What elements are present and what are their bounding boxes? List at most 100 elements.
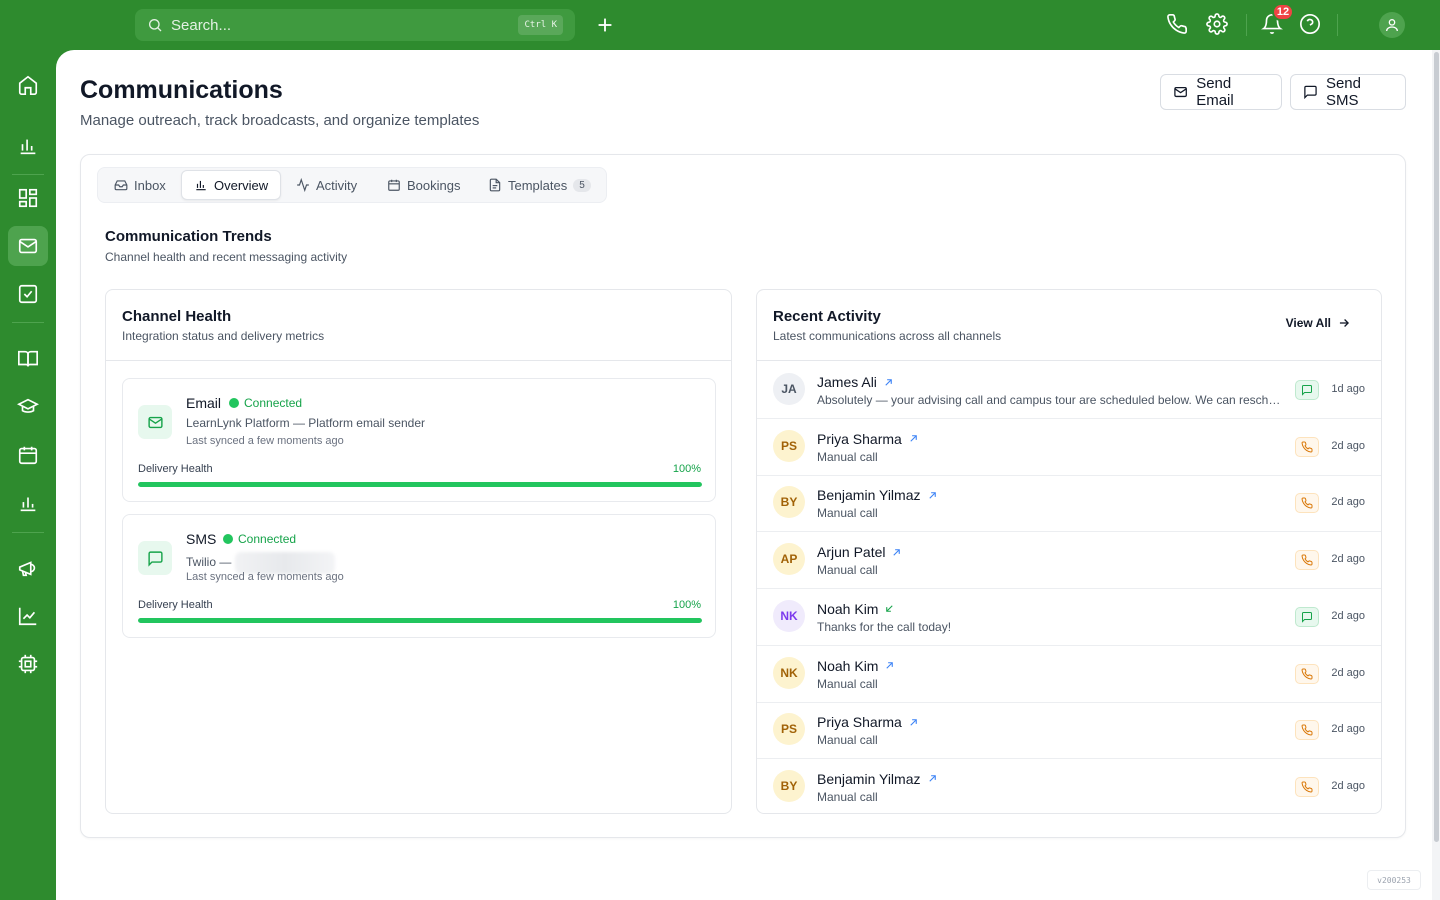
sidebar-item-library[interactable] [8, 339, 48, 379]
tab-overview[interactable]: Overview [181, 170, 282, 200]
activity-preview: Manual call [817, 789, 878, 804]
inbox-icon [114, 180, 128, 191]
activity-preview: Manual call [817, 676, 878, 691]
notification-count-badge: 12 [1272, 3, 1294, 21]
megaphone-icon [18, 561, 36, 577]
sidebar-item-tasks[interactable] [8, 274, 48, 314]
tab-activity-label: Activity [316, 177, 358, 193]
graduation-cap-icon [17, 398, 39, 413]
activity-row[interactable]: NK Noah Kim Thanks for the call today! 2d a… [757, 589, 1381, 646]
sidebar-item-home[interactable] [8, 65, 48, 105]
sidebar-item-calendar[interactable] [8, 435, 48, 475]
activity-row[interactable]: BY Benjamin Yilmaz Manual call 2d ago [757, 759, 1381, 816]
channel-sync-time: Last synced a few moments ago [186, 571, 344, 583]
help-icon [1300, 14, 1320, 34]
sidebar-item-analytics[interactable] [8, 126, 48, 166]
panel-subtitle: Integration status and delivery metrics [122, 329, 325, 343]
home-icon [18, 75, 38, 95]
contact-name: Benjamin Yilmaz [817, 487, 938, 503]
delivery-health-fill [138, 618, 702, 623]
delivery-health-bar [138, 618, 702, 623]
book-open-icon [18, 350, 38, 367]
scrollbar-thumb[interactable] [1434, 52, 1439, 842]
panel-title: Recent Activity [773, 308, 881, 325]
send-sms-button[interactable]: Send SMS [1290, 74, 1406, 110]
contact-name-text: Noah Kim [817, 600, 879, 617]
channel-badge-call [1295, 663, 1319, 684]
gear-icon [1206, 13, 1228, 35]
section-title: Communication Trends [105, 228, 272, 245]
activity-row[interactable]: NK Noah Kim Manual call 2d ago [757, 646, 1381, 703]
delivery-health-value: 100% [672, 463, 701, 475]
bar-chart-icon [20, 139, 36, 155]
contact-name: Arjun Patel [817, 544, 902, 560]
panel-header: Recent Activity Latest communications ac… [757, 290, 1381, 361]
tab-templates[interactable]: Templates 5 [476, 170, 603, 200]
channel-health-panel: Channel Health Integration status and de… [105, 289, 732, 814]
activity-timestamp: 2d ago [1331, 496, 1365, 509]
activity-preview: Manual call [817, 506, 878, 521]
view-all-link[interactable]: View All [1286, 316, 1351, 330]
sidebar-divider [12, 532, 44, 533]
sidebar-item-programs[interactable] [8, 387, 48, 427]
channel-badge-call [1295, 776, 1319, 797]
channel-sync-time: Last synced a few moments ago [186, 435, 344, 447]
tab-activity[interactable]: Activity [284, 170, 369, 200]
contact-name: Priya Sharma [817, 431, 919, 447]
delivery-health-label: Delivery Health [138, 599, 213, 611]
settings-button[interactable] [1206, 13, 1230, 37]
arrow-up-right-icon [886, 662, 894, 669]
tab-inbox[interactable]: Inbox [102, 170, 178, 200]
contact-name: Priya Sharma [817, 714, 919, 730]
tab-bookings[interactable]: Bookings [375, 170, 472, 200]
activity-timestamp: 2d ago [1331, 723, 1365, 736]
sidebar-item-dashboard[interactable] [8, 178, 48, 218]
add-button[interactable] [594, 14, 616, 36]
page-title: Communications [80, 76, 283, 104]
activity-row[interactable]: BY Benjamin Yilmaz Manual call 2d ago [757, 475, 1381, 533]
activity-row[interactable]: PS Priya Sharma Manual call 2d ago [757, 702, 1381, 760]
sidebar-item-reports[interactable] [8, 483, 48, 523]
bar-chart-icon [196, 180, 206, 191]
user-avatar-button[interactable] [1379, 12, 1405, 38]
status-text: Connected [244, 396, 303, 410]
channel-description: LearnLynk Platform — Platform email send… [186, 416, 425, 430]
sidebar-divider [12, 322, 44, 323]
search-input[interactable]: Search... Ctrl K [135, 9, 575, 41]
channel-badge-call [1295, 493, 1319, 514]
sidebar-item-communications[interactable] [8, 226, 48, 266]
activity-row[interactable]: JA James Ali Absolutely — your advising ca… [757, 362, 1381, 419]
check-square-icon [18, 284, 38, 304]
status-badge: Connected [229, 396, 302, 410]
arrow-up-right-icon [885, 378, 892, 386]
top-bar: Search... Ctrl K 12 [0, 0, 1440, 50]
delivery-health-bar [138, 482, 702, 487]
activity-row[interactable]: PS Priya Sharma Manual call 2d ago [757, 419, 1381, 476]
channel-badge-call [1295, 550, 1319, 571]
phone-icon [1301, 441, 1313, 453]
sidebar-item-integrations[interactable] [8, 644, 48, 684]
delivery-health-fill [138, 482, 702, 487]
channel-icon [138, 405, 172, 439]
activity-row[interactable]: AP Arjun Patel Manual call 2d ago [757, 532, 1381, 590]
contact-name: Noah Kim [817, 658, 895, 674]
contact-name: Benjamin Yilmaz [817, 771, 938, 787]
contact-name-text: Benjamin Yilmaz [817, 770, 921, 787]
send-email-button[interactable]: Send Email [1160, 74, 1282, 110]
activity-icon [297, 178, 309, 192]
search-icon [149, 19, 162, 32]
phone-icon [1301, 667, 1313, 679]
activity-preview: Thanks for the call today! [817, 619, 952, 634]
phone-button[interactable] [1166, 13, 1190, 37]
panel-title: Channel Health [122, 308, 232, 325]
contact-name-text: James Ali [817, 374, 877, 390]
activity-timestamp: 1d ago [1331, 383, 1365, 395]
sidebar-item-campaigns[interactable] [8, 548, 48, 588]
contact-name-text: Priya Sharma [817, 714, 902, 731]
avatar: JA [773, 373, 805, 405]
help-button[interactable] [1299, 13, 1323, 37]
user-icon [1386, 19, 1398, 32]
activity-timestamp: 2d ago [1331, 779, 1365, 792]
channel-card-email: Email Connected LearnLynk Platform — Pla… [122, 378, 716, 502]
sidebar-item-trends[interactable] [8, 596, 48, 636]
